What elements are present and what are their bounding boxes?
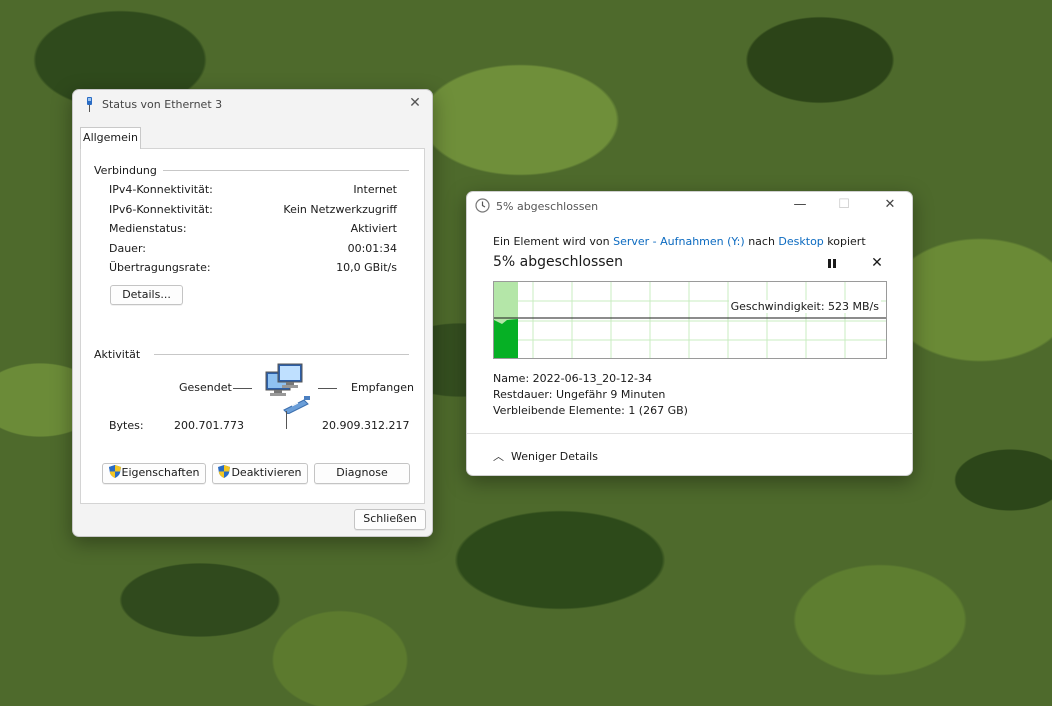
bytes-label: Bytes: (109, 419, 144, 432)
bytes-received: 20.909.312.217 (322, 419, 410, 432)
ipv6-value: Kein Netzwerkzugriff (283, 203, 397, 216)
speed-graph-canvas (494, 282, 886, 358)
duration-value: 00:01:34 (347, 242, 397, 255)
media-status-label: Medienstatus: (109, 222, 187, 235)
speed-readout: Geschwindigkeit: 523 MB/s (728, 300, 881, 313)
speed-area (494, 319, 518, 358)
divider (154, 354, 409, 355)
divider (467, 433, 912, 434)
name-row: Name: 2022-06-13_20-12-34 (493, 372, 652, 385)
disable-label: Deaktivieren (231, 466, 302, 479)
minimize-icon[interactable]: — (790, 196, 810, 214)
source-link[interactable]: Server - Aufnahmen (Y:) (613, 235, 745, 248)
clock-icon (475, 198, 490, 213)
ipv6-label: IPv6-Konnektivität: (109, 203, 213, 216)
less-details-label: Weniger Details (511, 450, 598, 463)
computers-network-icon (265, 363, 310, 414)
close-icon[interactable]: ✕ (408, 96, 422, 110)
activity-heading: Aktivität (94, 348, 147, 361)
remaining-items-row: Verbleibende Elemente: 1 (267 GB) (493, 404, 688, 417)
received-line (318, 388, 337, 389)
ipv4-label: IPv4-Konnektivität: (109, 183, 213, 196)
duration-label: Dauer: (109, 242, 146, 255)
sent-line (233, 388, 252, 389)
close-icon[interactable]: ✕ (880, 196, 900, 214)
less-details-toggle[interactable]: ︿ Weniger Details (493, 448, 598, 464)
transfer-speed-graph: Geschwindigkeit: 523 MB/s (493, 281, 887, 359)
remaining-time-value: Ungefähr 9 Minuten (555, 388, 666, 401)
ethernet-status-window: Status von Ethernet 3 ✕ Allgemein Verbin… (72, 89, 433, 537)
sent-label: Gesendet (179, 381, 232, 394)
chevron-up-icon: ︿ (493, 450, 504, 463)
network-cable-icon (87, 97, 92, 112)
bytes-divider (286, 411, 287, 429)
diagnose-button[interactable]: Diagnose (314, 463, 410, 484)
pause-icon[interactable] (825, 257, 839, 271)
media-status-value: Aktiviert (350, 222, 397, 235)
stop-icon[interactable]: ✕ (870, 255, 884, 271)
uac-shield-icon (108, 465, 121, 478)
remaining-items-label: Verbleibende Elemente: (493, 404, 625, 417)
uac-shield-icon (218, 465, 231, 478)
connection-heading: Verbindung (94, 164, 163, 177)
progress-heading: 5% abgeschlossen (493, 254, 624, 270)
maximize-icon: ☐ (838, 197, 850, 212)
properties-label: Eigenschaften (121, 466, 200, 479)
copy-description: Ein Element wird von Server - Aufnahmen … (493, 235, 866, 248)
destination-link[interactable]: Desktop (778, 235, 823, 248)
desc-mid: nach (748, 235, 775, 248)
window-title: Status von Ethernet 3 (102, 98, 223, 111)
bytes-sent: 200.701.773 (174, 419, 244, 432)
desc-suffix: kopiert (827, 235, 866, 248)
speed-label: Übertragungsrate: (109, 261, 211, 274)
remaining-time-label: Restdauer: (493, 388, 553, 401)
name-label: Name: (493, 372, 530, 385)
title-bar[interactable]: Status von Ethernet 3 ✕ (73, 90, 432, 120)
tab-general[interactable]: Allgemein (80, 127, 141, 149)
ipv4-value: Internet (353, 183, 397, 196)
name-value: 2022-06-13_20-12-34 (532, 372, 653, 385)
properties-button[interactable]: Eigenschaften (102, 463, 206, 484)
divider (158, 170, 409, 171)
desc-prefix: Ein Element wird von (493, 235, 610, 248)
remaining-time-row: Restdauer: Ungefähr 9 Minuten (493, 388, 665, 401)
remaining-items-value: 1 (267 GB) (628, 404, 688, 417)
close-button[interactable]: Schließen (354, 509, 426, 530)
speed-value: 10,0 GBit/s (336, 261, 397, 274)
received-label: Empfangen (351, 381, 414, 394)
disable-button[interactable]: Deaktivieren (212, 463, 308, 484)
details-button[interactable]: Details... (110, 285, 183, 305)
copy-progress-window: 5% abgeschlossen — ☐ ✕ Ein Element wird … (466, 191, 913, 476)
general-panel: Verbindung IPv4-Konnektivität: Internet … (80, 148, 425, 504)
window-title: 5% abgeschlossen (496, 200, 599, 213)
